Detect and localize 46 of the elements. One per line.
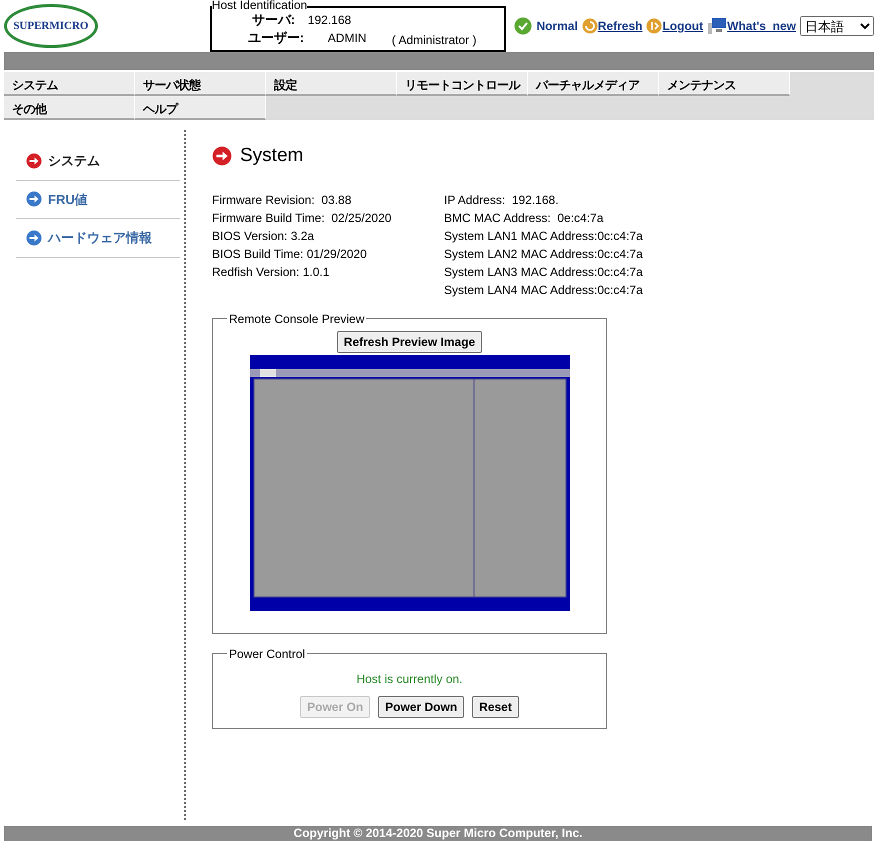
- server-label: サーバ:: [252, 12, 296, 28]
- info-line: IP Address: 192.168.: [444, 192, 560, 208]
- menu-item[interactable]: リモートコントロール: [397, 72, 528, 96]
- menu-item[interactable]: その他: [4, 96, 135, 120]
- user-label: ユーザー:: [248, 30, 306, 47]
- logout-link[interactable]: Logout: [662, 17, 704, 35]
- page-title: System: [240, 144, 304, 168]
- menu-item[interactable]: メンテナンス: [659, 72, 790, 96]
- menu-item[interactable]: バーチャルメディア: [528, 72, 659, 96]
- menu-item[interactable]: システム: [4, 72, 135, 96]
- sidebar-item[interactable]: ハードウェア情報: [16, 219, 180, 258]
- info-line: System LAN1 MAC Address:0c:c4:7a: [444, 228, 643, 244]
- copyright-footer: Copyright © 2014-2020 Super Micro Computer, Inc.: [4, 826, 872, 841]
- server-value: 192.168: [308, 12, 352, 28]
- info-line: BMC MAC Address: 0e:c4:7a: [444, 210, 604, 226]
- power-button[interactable]: Power Down: [378, 696, 464, 718]
- check-icon: [514, 17, 532, 35]
- panel-legend: Host Identification: [212, 0, 308, 11]
- company-logo: SUPERMICRO: [4, 4, 98, 48]
- info-line: BIOS Build Time: 01/29/2020: [212, 246, 368, 262]
- menu-item[interactable]: サーバ状態: [135, 72, 266, 96]
- refresh-icon: [582, 18, 598, 34]
- language-select[interactable]: 日本語: [800, 16, 874, 36]
- host-status-text: Host is currently on.: [356, 672, 463, 686]
- info-line: System LAN2 MAC Address:0c:c4:7a: [444, 246, 643, 262]
- panel-legend: Power Control: [227, 648, 308, 660]
- user-value: ADMIN: [328, 30, 368, 47]
- refresh-link[interactable]: Refresh: [598, 17, 642, 35]
- panel-legend: Remote Console Preview: [227, 312, 366, 324]
- info-line: BIOS Version: 3.2a: [212, 228, 316, 244]
- info-line: Redfish Version: 1.0.1: [212, 264, 330, 280]
- sidebar-item[interactable]: システム: [16, 142, 180, 180]
- status-text: Normal: [536, 18, 578, 35]
- whatsnew-link[interactable]: What's_new: [727, 17, 796, 35]
- menu-item[interactable]: 設定: [266, 72, 397, 96]
- info-line: Firmware Build Time: 02/25/2020: [212, 210, 392, 226]
- logout-icon: [646, 18, 662, 34]
- monitor-icon: [707, 17, 728, 35]
- info-line: System LAN4 MAC Address:0c:c4:7a: [444, 282, 643, 298]
- info-line: System LAN3 MAC Address:0c:c4:7a: [444, 264, 643, 280]
- info-line: Firmware Revision: 03.88: [212, 192, 352, 208]
- user-role: ( Administrator ): [392, 32, 476, 48]
- refresh-preview-button[interactable]: Refresh Preview Image: [336, 330, 482, 352]
- power-button[interactable]: Reset: [472, 696, 519, 718]
- menu-item[interactable]: ヘルプ: [135, 96, 266, 120]
- sidebar-item[interactable]: FRU値: [16, 180, 180, 219]
